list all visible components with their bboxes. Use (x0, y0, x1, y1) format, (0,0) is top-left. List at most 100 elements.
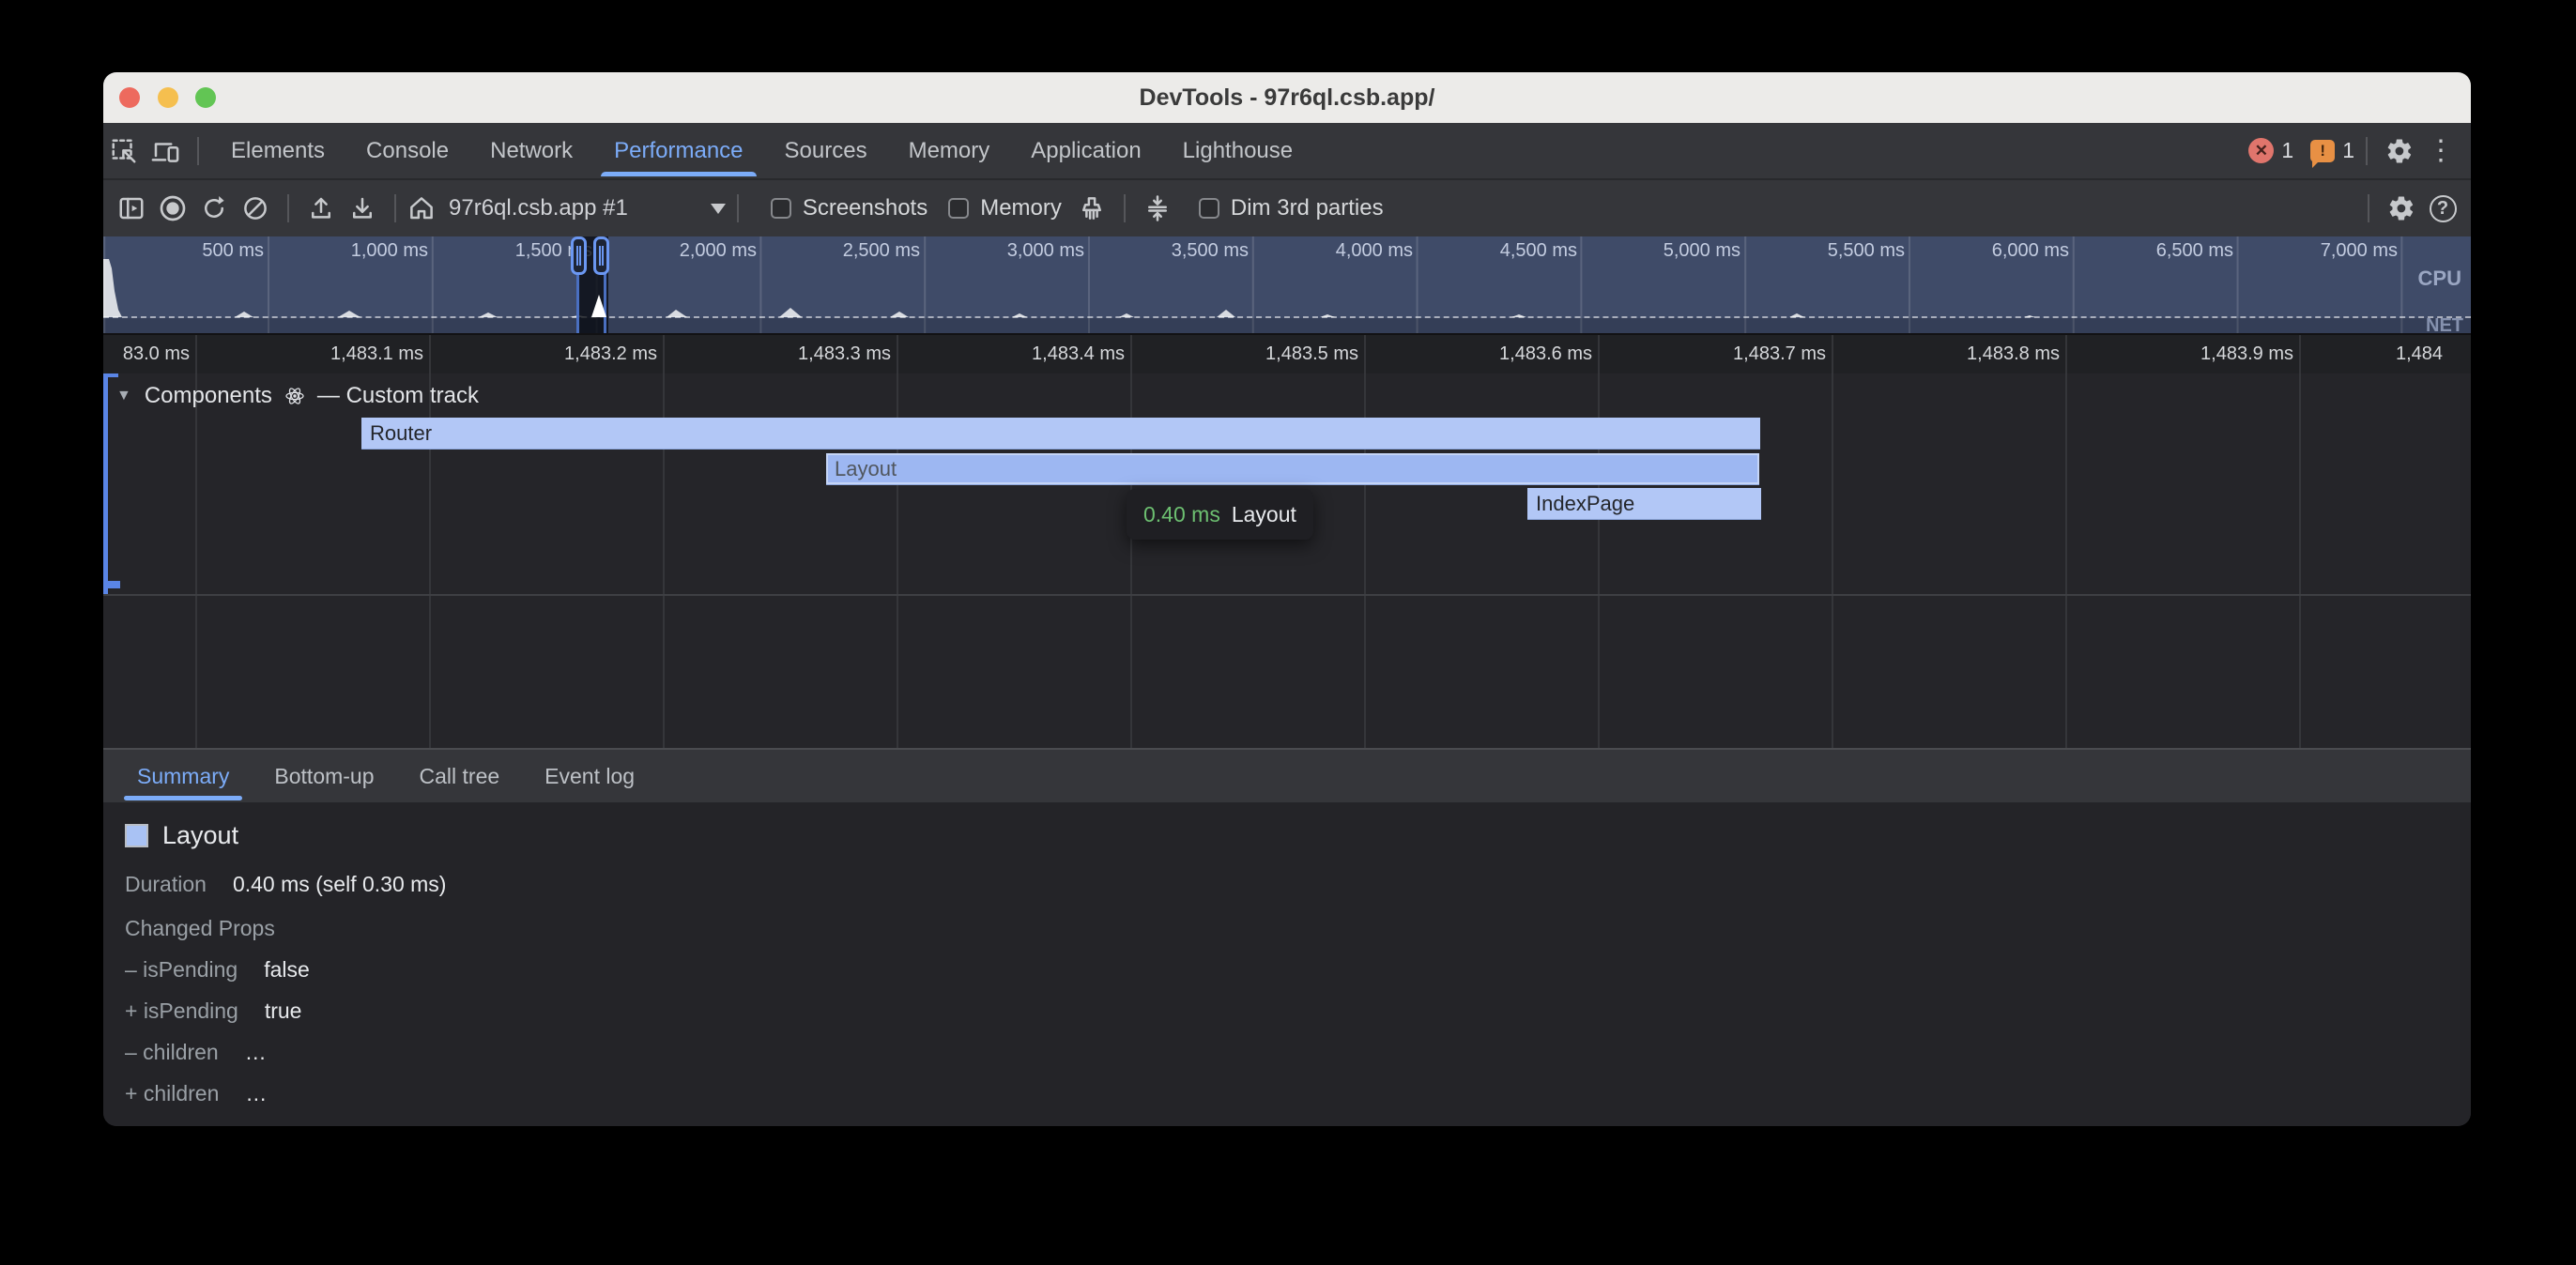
dim-3rd-parties-label: Dim 3rd parties (1231, 195, 1384, 221)
tab-sources[interactable]: Sources (764, 123, 888, 178)
load-profile-button[interactable] (300, 182, 342, 235)
gear-icon (2385, 137, 2414, 165)
chevron-down-icon (711, 204, 726, 221)
collapse-sections-button[interactable] (1137, 182, 1178, 235)
selection-left-line (576, 270, 579, 333)
tab-application[interactable]: Application (1010, 123, 1161, 178)
flame-chart[interactable]: ▼ Components — Custom track Router Layou… (103, 373, 2471, 748)
issues-icon[interactable]: ! (2310, 140, 2335, 162)
tooltip-duration: 0.40 ms (1143, 502, 1220, 527)
target-selector-dropdown[interactable]: 97r6ql.csb.app #1 (407, 194, 726, 222)
garbage-broom-icon (1078, 194, 1106, 222)
track-subtitle: — Custom track (317, 383, 479, 409)
gear-icon (2387, 194, 2415, 222)
divider (737, 194, 739, 222)
home-icon (407, 194, 436, 222)
summary-row: + children … (125, 1081, 267, 1106)
summary-row: – children … (125, 1040, 267, 1065)
tab-event-log[interactable]: Event log (522, 750, 657, 802)
issue-count: 1 (2342, 138, 2354, 163)
ruler-tick: 1,484 (2396, 343, 2471, 365)
record-button[interactable] (152, 182, 193, 235)
summary-row-value: false (264, 957, 310, 983)
memory-label: Memory (980, 195, 1062, 221)
screenshots-label: Screenshots (803, 195, 928, 221)
ruler-tick: 1,483.6 ms (1448, 343, 1592, 365)
collect-garbage-button[interactable] (1071, 182, 1112, 235)
flame-bar-layout[interactable]: Layout (826, 453, 1759, 485)
device-toolbar-button[interactable] (145, 125, 186, 177)
devtools-settings-button[interactable] (2379, 125, 2420, 177)
toggle-sidebar-button[interactable] (111, 182, 152, 235)
summary-panel: Layout Duration 0.40 ms (self 0.30 ms) C… (103, 802, 2471, 1126)
summary-row-value: true (265, 998, 302, 1024)
help-button[interactable]: ? (2422, 182, 2463, 235)
toolbar-right: ? (2356, 182, 2471, 235)
tab-performance[interactable]: Performance (593, 123, 763, 178)
summary-title: Layout (162, 821, 238, 850)
timeline-ruler[interactable]: 83.0 ms 1,483.1 ms 1,483.2 ms 1,483.3 ms… (103, 333, 2471, 373)
kebab-menu-icon: ⋮ (2427, 137, 2455, 165)
save-profile-button[interactable] (342, 182, 383, 235)
capture-settings-button[interactable] (2381, 182, 2422, 235)
tab-bottom-up[interactable]: Bottom-up (252, 750, 396, 802)
event-color-swatch (125, 824, 148, 847)
track-selection-border-top (103, 373, 118, 377)
summary-row: – isPending false (125, 957, 310, 983)
tab-summary[interactable]: Summary (115, 750, 252, 802)
record-and-reload-button[interactable] (193, 182, 235, 235)
summary-row: Duration 0.40 ms (self 0.30 ms) (125, 872, 446, 897)
tab-elements[interactable]: Elements (210, 123, 345, 178)
titlebar: DevTools - 97r6ql.csb.app/ (103, 72, 2471, 123)
collapse-icon (1143, 194, 1172, 222)
ruler-tick: 1,483.2 ms (513, 343, 657, 365)
checkbox-icon (771, 198, 791, 219)
tab-memory[interactable]: Memory (888, 123, 1011, 178)
cpu-spike-in-selection (591, 295, 606, 317)
reload-icon (200, 194, 228, 222)
device-toolbar-icon (151, 137, 179, 165)
memory-checkbox[interactable]: Memory (948, 195, 1062, 221)
inspect-icon (110, 137, 138, 165)
divider (2366, 137, 2368, 165)
ruler-tick: 1,483.1 ms (279, 343, 423, 365)
tab-call-tree[interactable]: Call tree (397, 750, 523, 802)
inspect-element-button[interactable] (103, 125, 145, 177)
track-title: Components (145, 383, 272, 409)
summary-row-label: + children (125, 1081, 219, 1106)
track-header[interactable]: ▼ Components — Custom track (116, 383, 479, 409)
tab-lighthouse[interactable]: Lighthouse (1162, 123, 1313, 178)
flame-bar-router[interactable]: Router (361, 418, 1760, 450)
details-tabbar: Summary Bottom-up Call tree Event log (103, 748, 2471, 802)
screenshots-checkbox[interactable]: Screenshots (771, 195, 928, 221)
selection-right-handle[interactable] (593, 236, 609, 275)
summary-row-label: Duration (125, 872, 207, 897)
dim-3rd-parties-checkbox[interactable]: Dim 3rd parties (1199, 195, 1384, 221)
divider (287, 194, 289, 222)
target-selector-value: 97r6ql.csb.app #1 (449, 195, 628, 221)
tab-network[interactable]: Network (469, 123, 593, 178)
more-options-button[interactable]: ⋮ (2420, 125, 2461, 177)
ruler-tick: 1,483.5 ms (1214, 343, 1358, 365)
divider (1124, 194, 1126, 222)
checkbox-icon (948, 198, 969, 219)
summary-row-label: – isPending (125, 957, 238, 983)
summary-title-row: Layout (125, 821, 238, 850)
block-icon (241, 194, 269, 222)
error-count-icon[interactable]: ✕ (2248, 138, 2274, 163)
collapse-track-caret-icon[interactable]: ▼ (116, 388, 131, 404)
ruler-tick: 1,483.4 ms (980, 343, 1125, 365)
track-divider (103, 594, 2471, 596)
selection-left-handle[interactable] (571, 236, 587, 275)
performance-toolbar: 97r6ql.csb.app #1 Screenshots Memory (103, 180, 2471, 236)
atom-icon (284, 385, 306, 407)
ruler-tick: 83.0 ms (103, 343, 190, 365)
tab-console[interactable]: Console (345, 123, 469, 178)
timeline-overview[interactable]: 500 ms 1,000 ms 1,500 ms 2,000 ms 2,500 … (103, 236, 2471, 333)
window-title: DevTools - 97r6ql.csb.app/ (103, 72, 2471, 123)
clear-recording-button[interactable] (235, 182, 276, 235)
summary-row-label: – children (125, 1040, 219, 1065)
flame-bar-indexpage[interactable]: IndexPage (1527, 488, 1761, 520)
summary-row-label: Changed Props (125, 916, 275, 941)
status-badges: ✕ 1 ! 1 ⋮ (2248, 125, 2471, 177)
